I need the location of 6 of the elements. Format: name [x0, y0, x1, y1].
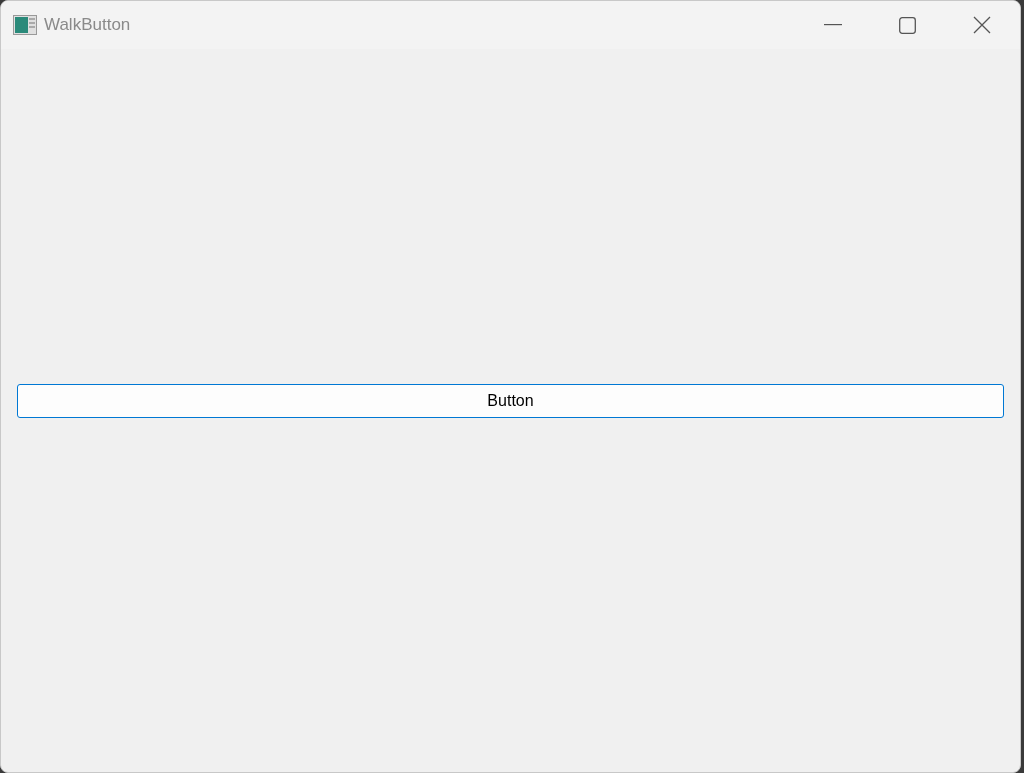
- maximize-icon: [898, 16, 916, 34]
- push-button[interactable]: Button: [17, 383, 1004, 418]
- minimize-icon: [824, 24, 842, 26]
- close-icon: [973, 16, 991, 34]
- app-icon: [13, 15, 37, 35]
- window-title: WalkButton: [44, 14, 131, 37]
